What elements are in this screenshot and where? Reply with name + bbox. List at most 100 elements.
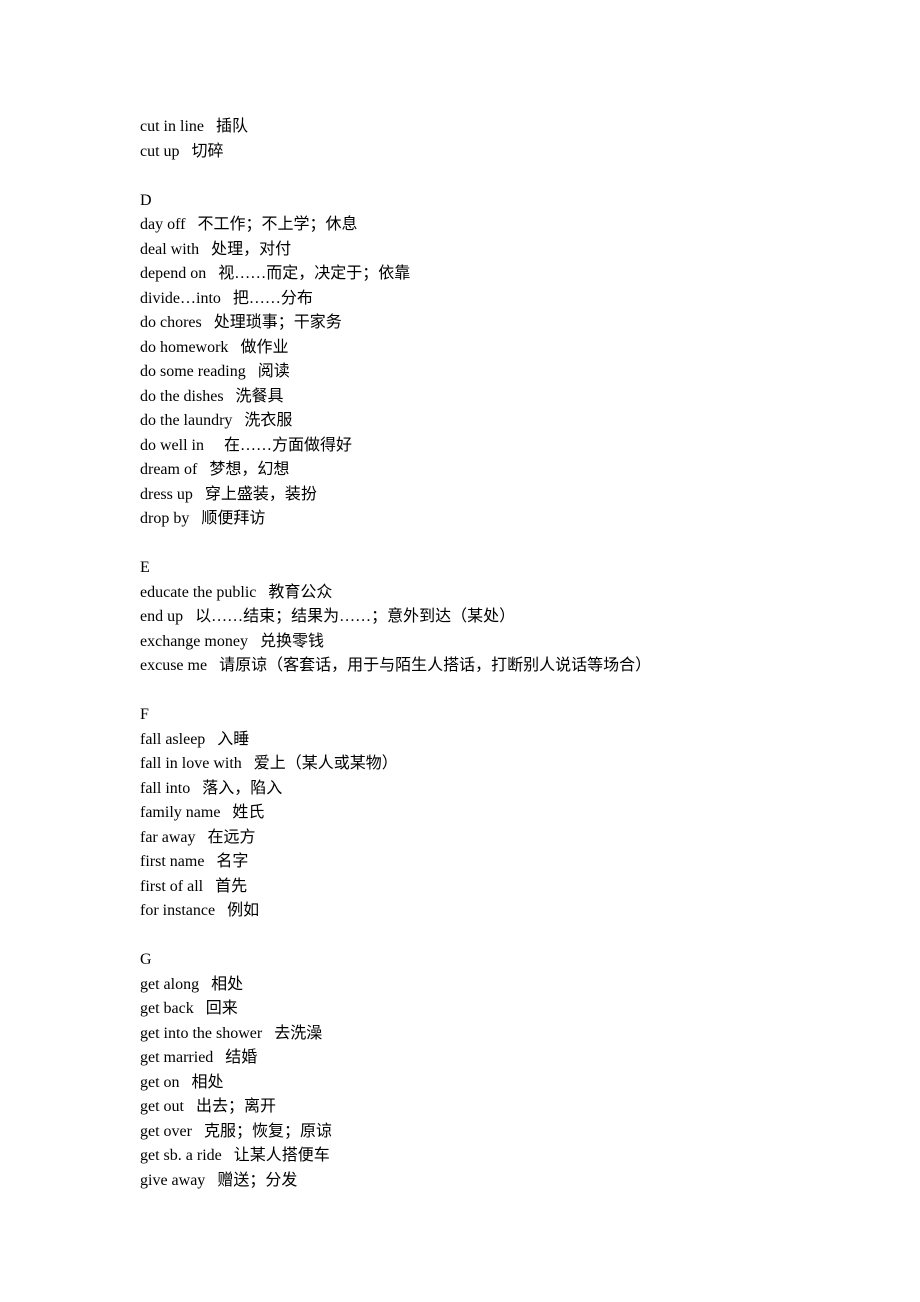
entry-separator	[202, 314, 214, 331]
entry-chinese: 结婚	[225, 1049, 257, 1066]
entry-english: end up	[140, 608, 183, 625]
entry-chinese: 洗餐具	[236, 388, 284, 405]
entry-separator	[193, 486, 205, 503]
entry-chinese: 顺便拜访	[201, 510, 265, 527]
vocabulary-entry: excuse me 请原谅（客套话，用于与陌生人搭话，打断别人说话等场合）	[140, 654, 780, 679]
vocabulary-entry: deal with 处理，对付	[140, 238, 780, 263]
entry-separator	[232, 412, 244, 429]
vocabulary-entry: drop by 顺便拜访	[140, 507, 780, 532]
vocabulary-entry: first name 名字	[140, 850, 780, 875]
entry-chinese: 插队	[216, 118, 248, 135]
entry-separator	[215, 902, 227, 919]
entry-english: get over	[140, 1123, 192, 1140]
entry-separator	[207, 657, 219, 674]
vocabulary-entry: far away 在远方	[140, 826, 780, 851]
entry-separator	[220, 804, 232, 821]
entry-chinese: 以……结束；结果为……；意外到达（某处）	[195, 608, 515, 625]
entry-english: educate the public	[140, 584, 256, 601]
entry-chinese: 不工作；不上学；休息	[197, 216, 357, 233]
vocabulary-entry: day off 不工作；不上学；休息	[140, 213, 780, 238]
entry-english: do the laundry	[140, 412, 232, 429]
entry-separator	[262, 1025, 274, 1042]
entry-separator	[183, 608, 195, 625]
vocabulary-entry: do the dishes 洗餐具	[140, 385, 780, 410]
entry-english: fall into	[140, 780, 190, 797]
vocabulary-entry: fall in love with 爱上（某人或某物）	[140, 752, 780, 777]
entry-chinese: 在远方	[208, 829, 256, 846]
entry-english: get sb. a ride	[140, 1147, 222, 1164]
entry-chinese: 把……分布	[233, 290, 313, 307]
entry-english: get out	[140, 1098, 184, 1115]
entry-chinese: 名字	[216, 853, 248, 870]
entry-separator	[194, 1000, 206, 1017]
entry-chinese: 兑换零钱	[260, 633, 324, 650]
entry-chinese: 相处	[192, 1074, 224, 1091]
entry-chinese: 爱上（某人或某物）	[254, 755, 398, 772]
entry-english: do well in	[140, 437, 212, 454]
entry-english: family name	[140, 804, 220, 821]
vocabulary-entry: end up 以……结束；结果为……；意外到达（某处）	[140, 605, 780, 630]
entry-separator	[228, 339, 240, 356]
entry-chinese: 处理，对付	[211, 241, 291, 258]
vocabulary-entry: dream of 梦想，幻想	[140, 458, 780, 483]
entry-english: day off	[140, 216, 185, 233]
vocabulary-entry: get sb. a ride 让某人搭便车	[140, 1144, 780, 1169]
entry-english: get back	[140, 1000, 194, 1017]
entry-separator	[199, 976, 211, 993]
entry-english: for instance	[140, 902, 215, 919]
vocabulary-entry: for instance 例如	[140, 899, 780, 924]
entry-chinese: 梦想，幻想	[209, 461, 289, 478]
entry-english: first name	[140, 853, 204, 870]
entry-chinese: 落入，陷入	[202, 780, 282, 797]
entry-chinese: 姓氏	[232, 804, 264, 821]
entry-separator	[197, 461, 209, 478]
vocabulary-entry: do well in 在……方面做得好	[140, 434, 780, 459]
entry-english: do the dishes	[140, 388, 224, 405]
entry-english: fall in love with	[140, 755, 242, 772]
entry-separator	[221, 290, 233, 307]
entry-chinese: 阅读	[258, 363, 290, 380]
vocabulary-entry: get out 出去；离开	[140, 1095, 780, 1120]
vocabulary-entry: cut in line 插队	[140, 115, 780, 140]
vocabulary-entry: give away 赠送；分发	[140, 1169, 780, 1194]
entry-separator	[189, 510, 201, 527]
vocabulary-entry: do homework 做作业	[140, 336, 780, 361]
entry-english: far away	[140, 829, 196, 846]
entry-separator	[204, 853, 216, 870]
entry-separator	[196, 829, 208, 846]
entry-chinese: 入睡	[217, 731, 249, 748]
vocabulary-entry: fall into 落入，陷入	[140, 777, 780, 802]
section-header: F	[140, 703, 780, 728]
vocabulary-entry: get married 结婚	[140, 1046, 780, 1071]
entry-chinese: 出去；离开	[196, 1098, 276, 1115]
entry-english: dress up	[140, 486, 193, 503]
vocabulary-entry: educate the public 教育公众	[140, 581, 780, 606]
entry-separator	[246, 363, 258, 380]
vocabulary-entry: fall asleep 入睡	[140, 728, 780, 753]
entry-separator	[256, 584, 268, 601]
entry-separator	[185, 216, 197, 233]
entry-separator	[180, 1074, 192, 1091]
entry-chinese: 穿上盛装，装扮	[205, 486, 317, 503]
entry-english: give away	[140, 1172, 205, 1189]
vocabulary-entry: get back 回来	[140, 997, 780, 1022]
entry-chinese: 洗衣服	[244, 412, 292, 429]
vocabulary-entry: do chores 处理琐事；干家务	[140, 311, 780, 336]
section-header: E	[140, 556, 780, 581]
entry-english: depend on	[140, 265, 206, 282]
entry-english: get into the shower	[140, 1025, 262, 1042]
entry-chinese: 做作业	[240, 339, 288, 356]
vocabulary-entry: divide…into 把……分布	[140, 287, 780, 312]
vocabulary-entry: get on 相处	[140, 1071, 780, 1096]
entry-chinese: 在……方面做得好	[224, 437, 352, 454]
entry-english: get on	[140, 1074, 180, 1091]
entry-english: divide…into	[140, 290, 221, 307]
entry-separator	[205, 1172, 217, 1189]
entry-chinese: 首先	[215, 878, 247, 895]
entry-english: fall asleep	[140, 731, 205, 748]
entry-separator	[242, 755, 254, 772]
entry-separator	[199, 241, 211, 258]
entry-separator	[212, 437, 224, 454]
entry-chinese: 去洗澡	[274, 1025, 322, 1042]
section-header: D	[140, 189, 780, 214]
